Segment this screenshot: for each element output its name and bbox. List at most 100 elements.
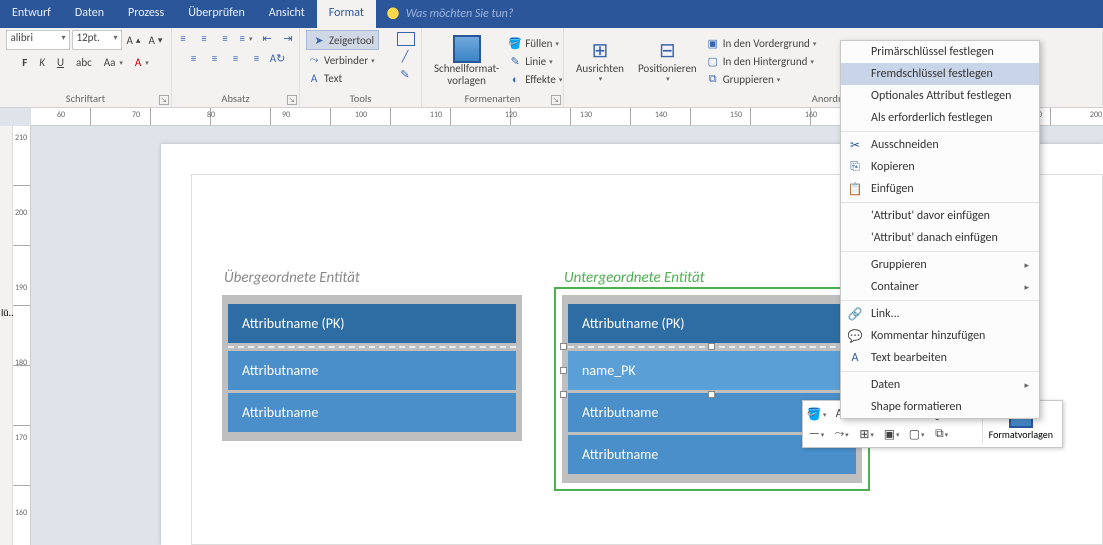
link-icon: 🔗 — [847, 307, 863, 322]
left-panel-edge: lü... — [0, 126, 13, 545]
underline-button[interactable]: U — [54, 54, 67, 71]
comment-icon: 💬 — [847, 329, 863, 344]
font-size-select[interactable]: 12pt. — [72, 30, 122, 50]
mini-connector-button[interactable]: ⤳▾ — [831, 424, 853, 444]
text-icon: A — [306, 70, 322, 86]
indent-inc-button[interactable]: ⇥ — [280, 30, 296, 46]
mini-group-mini-button[interactable]: ⧉▾ — [931, 424, 953, 444]
font-dialog-launcher[interactable]: ↘ — [159, 95, 169, 105]
case-button[interactable]: Aa▾ — [101, 54, 126, 71]
paragraph-dialog-launcher[interactable]: ↘ — [287, 95, 297, 105]
freeform-tool-button[interactable]: ✎ — [397, 66, 413, 82]
fill-button[interactable]: 🪣Füllen▾ — [507, 35, 562, 51]
ctx-comment[interactable]: 💬Kommentar hinzufügen — [841, 325, 1039, 347]
ctx-set-required[interactable]: Als erforderlich festlegen — [841, 107, 1039, 129]
send-backward-icon: ▢ — [705, 53, 721, 69]
bullets-button[interactable]: ≡▾ — [238, 30, 254, 46]
grow-font-button[interactable]: A▴ — [124, 32, 144, 49]
mini-line-button[interactable]: —▾ — [806, 424, 828, 444]
ctx-set-optional[interactable]: Optionales Attribut festlegen — [841, 85, 1039, 107]
ribbon-tabs: Entwurf Daten Prozess Überprüfen Ansicht… — [0, 0, 1103, 28]
ctx-copy[interactable]: ⎘Kopieren — [841, 156, 1039, 178]
entity-parent-attr-pk[interactable]: Attributname (PK) — [228, 304, 516, 343]
entity-parent-attr-2[interactable]: Attributname — [228, 393, 516, 432]
shrink-font-button[interactable]: A▾ — [146, 32, 166, 49]
quick-styles-button[interactable]: Schnellformat- vorlagen — [428, 33, 505, 89]
ctx-edit-text[interactable]: AText bearbeiten — [841, 347, 1039, 369]
bold-button[interactable]: F — [19, 54, 30, 71]
entity-child-attr-selected[interactable]: name_PK — [568, 351, 856, 390]
align-top-button[interactable]: ≡ — [175, 30, 191, 46]
tab-format[interactable]: Format — [317, 0, 376, 28]
connector-tool-button[interactable]: ⤳Verbinder▾ — [306, 52, 375, 68]
line-icon: ✎ — [507, 53, 523, 69]
ctx-set-primary-key[interactable]: Primärschlüssel festlegen — [841, 41, 1039, 63]
indent-dec-button[interactable]: ⇤ — [259, 30, 275, 46]
font-color-button[interactable]: A▾ — [132, 54, 152, 71]
group-font: alibri 12pt. A▴ A▾ F K U abc Aa▾ A▾ Schr… — [0, 28, 172, 107]
paste-icon: 📋 — [847, 182, 863, 197]
context-menu: Primärschlüssel festlegen Fremdschlüssel… — [840, 40, 1040, 419]
ctx-cut[interactable]: ✂Ausschneiden — [841, 134, 1039, 156]
copy-icon: ⎘ — [847, 160, 863, 174]
ctx-insert-after[interactable]: 'Attribut' danach einfügen — [841, 227, 1039, 249]
mini-align-button[interactable]: ⊞▾ — [856, 424, 878, 444]
position-icon: ⊟ — [653, 39, 681, 63]
group-label-tools: Tools — [306, 92, 415, 107]
mini-front-button[interactable]: ▣▾ — [881, 424, 903, 444]
align-icon: ⊞ — [586, 39, 614, 63]
align-button[interactable]: ⊞ Ausrichten▾ — [570, 37, 630, 85]
pointer-tool-button[interactable]: ➤Zeigertool — [306, 30, 379, 50]
tell-me-search[interactable]: Was möchten Sie tun? — [376, 0, 524, 28]
bring-forward-button[interactable]: ▣In den Vordergrund▾ — [705, 35, 817, 51]
tab-ansicht[interactable]: Ansicht — [257, 0, 317, 28]
italic-button[interactable]: K — [36, 54, 48, 71]
ctx-data[interactable]: Daten▸ — [841, 374, 1039, 396]
text-tool-button[interactable]: AText — [306, 70, 342, 86]
tab-prozess[interactable]: Prozess — [116, 0, 176, 28]
line-button[interactable]: ✎Linie▾ — [507, 53, 562, 69]
bulb-icon — [386, 7, 400, 21]
group-button[interactable]: ⧉Gruppieren▾ — [705, 71, 817, 87]
mini-back-button[interactable]: ▢▾ — [906, 424, 928, 444]
vertical-ruler: 210 200 190 180 170 160 — [13, 126, 31, 545]
ctx-paste[interactable]: 📋Einfügen — [841, 178, 1039, 200]
group-label-font: Schriftart — [6, 92, 165, 107]
ctx-format-shape[interactable]: Shape formatieren — [841, 396, 1039, 418]
align-right-button[interactable]: ≡ — [228, 50, 244, 66]
entity-parent[interactable]: Übergeordnete Entität Attributname (PK) … — [222, 295, 522, 441]
connector-icon: ⤳ — [306, 52, 322, 68]
pointer-icon: ➤ — [311, 32, 327, 48]
entity-child-attr-pk[interactable]: Attributname (PK) — [568, 304, 856, 343]
tab-daten[interactable]: Daten — [63, 0, 116, 28]
shape-styles-dialog-launcher[interactable]: ↘ — [551, 95, 561, 105]
tab-ueberpruefen[interactable]: Überprüfen — [176, 0, 257, 28]
font-name-select[interactable]: alibri — [6, 30, 70, 50]
send-backward-button[interactable]: ▢In den Hintergrund▾ — [705, 53, 817, 69]
tab-entwurf[interactable]: Entwurf — [0, 0, 63, 28]
rotate-text-button[interactable]: A↻ — [270, 50, 286, 66]
ctx-container[interactable]: Container▸ — [841, 276, 1039, 298]
strike-button[interactable]: abc — [73, 54, 95, 71]
ctx-group[interactable]: Gruppieren▸ — [841, 254, 1039, 276]
bring-forward-icon: ▣ — [705, 35, 721, 51]
mini-fill-button[interactable]: 🪣▾ — [806, 404, 828, 424]
line-tool-button[interactable]: ╱ — [397, 48, 413, 64]
align-center-button[interactable]: ≡ — [207, 50, 223, 66]
entity-parent-attr-1[interactable]: Attributname — [228, 351, 516, 390]
entity-parent-title: Übergeordnete Entität — [224, 269, 360, 287]
align-bottom-button[interactable]: ≡ — [217, 30, 233, 46]
justify-button[interactable]: ≡ — [249, 50, 265, 66]
pk-separator — [228, 346, 516, 348]
ctx-link[interactable]: 🔗Link... — [841, 303, 1039, 325]
scissors-icon: ✂ — [847, 138, 863, 153]
align-left-button[interactable]: ≡ — [186, 50, 202, 66]
rect-tool-button[interactable] — [397, 32, 415, 46]
align-middle-button[interactable]: ≡ — [196, 30, 212, 46]
ctx-set-foreign-key[interactable]: Fremdschlüssel festlegen — [841, 63, 1039, 85]
effects-button[interactable]: ◐Effekte▾ — [507, 71, 562, 87]
effects-icon: ◐ — [507, 71, 523, 87]
ctx-insert-before[interactable]: 'Attribut' davor einfügen — [841, 205, 1039, 227]
position-button[interactable]: ⊟ Positionieren▾ — [632, 37, 703, 85]
entity-child[interactable]: Untergeordnete Entität Attributname (PK)… — [562, 295, 862, 483]
